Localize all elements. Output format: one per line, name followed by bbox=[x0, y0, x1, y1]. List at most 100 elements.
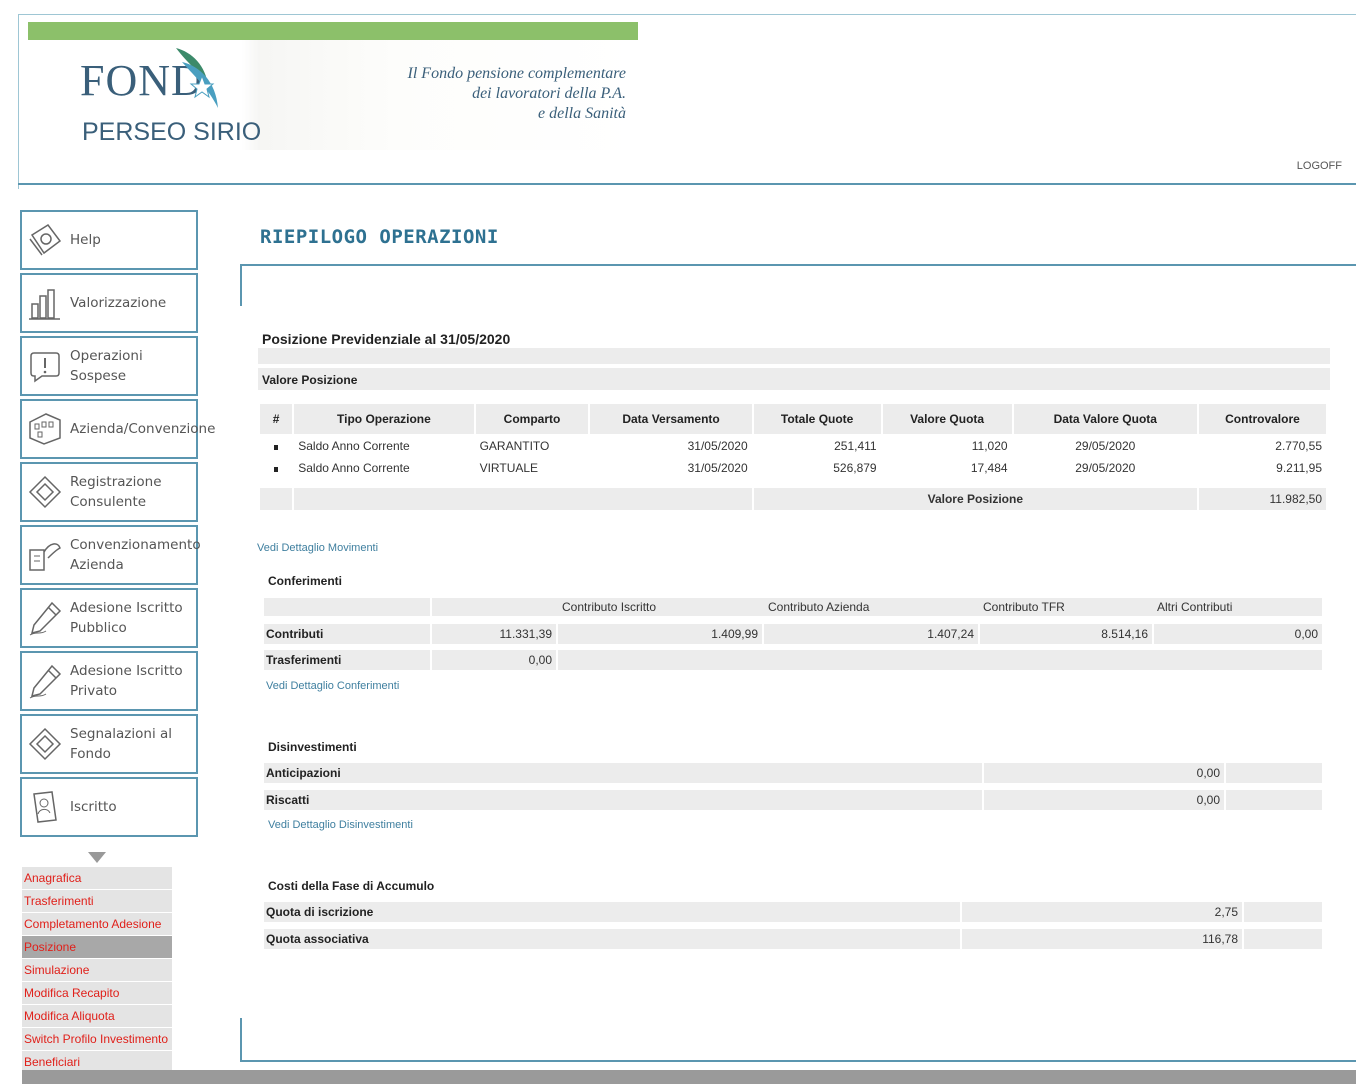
sidebar-item-label: Operazioni Sospese bbox=[70, 348, 143, 384]
grey-cell bbox=[1226, 790, 1322, 810]
submenu-item-anagrafica[interactable]: Anagrafica bbox=[22, 867, 172, 890]
grey-cell bbox=[264, 598, 430, 616]
sidebar-item-label: Registrazione Consulente bbox=[70, 474, 162, 510]
sidebar-item-valorizzazione[interactable]: Valorizzazione bbox=[20, 273, 198, 333]
sidebar-item-adesione-iscritto-privato[interactable]: Adesione Iscritto Privato bbox=[20, 651, 198, 711]
altri-contributi-value: 0,00 bbox=[1294, 627, 1318, 641]
sidebar-item-label: Azienda/Convenzione bbox=[70, 421, 216, 437]
table-cell: 11,020 bbox=[971, 439, 1008, 453]
content-border-left bbox=[240, 1018, 242, 1062]
iscritto-submenu: Anagrafica Trasferimenti Completamento A… bbox=[22, 867, 172, 1074]
grey-cell bbox=[264, 790, 982, 810]
table-row: Saldo Anno Corrente GARANTITO 31/05/2020… bbox=[260, 436, 1326, 456]
logoff-link[interactable]: LOGOFF bbox=[1297, 160, 1342, 172]
submenu-item-completamento-adesione[interactable]: Completamento Adesione bbox=[22, 913, 172, 936]
vedi-dettaglio-disinvestimenti-link[interactable]: Vedi Dettaglio Disinvestimenti bbox=[268, 819, 413, 831]
alert-icon bbox=[30, 352, 60, 383]
sidebar-item-label: Segnalazioni al Fondo bbox=[70, 726, 173, 762]
bullet-icon bbox=[274, 467, 279, 472]
contributi-totale: 11.331,39 bbox=[499, 627, 553, 641]
sidebar-item-iscritto[interactable]: Iscritto bbox=[20, 777, 198, 837]
tagline-line: Il Fondo pensione complementare bbox=[407, 65, 626, 82]
submenu-item-trasferimenti[interactable]: Trasferimenti bbox=[22, 890, 172, 913]
valore-posizione-header bbox=[258, 368, 1330, 390]
costi-title: Costi della Fase di Accumulo bbox=[268, 879, 435, 893]
footer-bar bbox=[22, 1070, 1356, 1084]
header-divider bbox=[18, 183, 1356, 185]
quota-associativa-label: Quota associativa bbox=[266, 932, 369, 946]
submenu-item-simulazione[interactable]: Simulazione bbox=[22, 959, 172, 982]
column-header: Tipo Operazione bbox=[294, 404, 474, 434]
grey-cell bbox=[558, 650, 1322, 670]
sidebar-item-operazioni-sospese[interactable]: Operazioni Sospese bbox=[20, 336, 198, 396]
operations-table: # Tipo Operazione Comparto Data Versamen… bbox=[258, 402, 1328, 512]
header-contributo-iscritto: Contributo Iscritto bbox=[562, 600, 657, 614]
sidebar-item-adesione-iscritto-pubblico[interactable]: Adesione Iscritto Pubblico bbox=[20, 588, 198, 648]
quota-associativa-value: 116,78 bbox=[1202, 932, 1238, 946]
sidebar-item-convenzionamento-azienda[interactable]: Convenzionamento Azienda bbox=[20, 525, 201, 585]
content-border-bottom bbox=[240, 1060, 1356, 1062]
sidebar-item-label: Valorizzazione bbox=[70, 295, 167, 311]
chevron-down-icon bbox=[88, 852, 106, 863]
logo-star-icon bbox=[176, 48, 218, 108]
content-border-left bbox=[240, 264, 242, 306]
bar-chart-icon bbox=[29, 289, 60, 320]
quota-iscrizione-label: Quota di iscrizione bbox=[266, 905, 374, 919]
table-cell: 17,484 bbox=[970, 461, 1008, 475]
sidebar-item-label: Convenzionamento Azienda bbox=[70, 537, 201, 573]
header-green-bar bbox=[28, 22, 638, 40]
riscatti-value: 0,00 bbox=[1196, 793, 1220, 807]
sidebar-item-help[interactable]: Help bbox=[20, 210, 198, 270]
sidebar-item-label: Adesione Iscritto Pubblico bbox=[70, 600, 183, 636]
trasferimenti-value: 0,00 bbox=[528, 653, 552, 667]
table-cell: Saldo Anno Corrente bbox=[298, 439, 410, 453]
riscatti-label: Riscatti bbox=[266, 793, 310, 807]
column-header: # bbox=[260, 404, 293, 434]
grey-cell bbox=[1244, 902, 1322, 922]
logo-subtitle: PERSEO SIRIO bbox=[82, 118, 262, 146]
row-bullet bbox=[260, 458, 292, 478]
grey-cell bbox=[1226, 763, 1322, 783]
table-cell: 526,879 bbox=[833, 461, 877, 475]
agreement-icon bbox=[29, 543, 61, 571]
tagline-line: dei lavoratori della P.A. bbox=[472, 85, 626, 102]
vedi-dettaglio-conferimenti-link[interactable]: Vedi Dettaglio Conferimenti bbox=[266, 680, 399, 692]
sidebar-item-label: Iscritto bbox=[70, 799, 117, 815]
vedi-dettaglio-movimenti-link[interactable]: Vedi Dettaglio Movimenti bbox=[257, 542, 378, 554]
contributi-label: Contributi bbox=[266, 627, 324, 641]
table-cell: 29/05/2020 bbox=[1075, 461, 1136, 475]
column-header: Controvalore bbox=[1198, 404, 1326, 434]
sidebar-item-registrazione-consulente[interactable]: Registrazione Consulente bbox=[20, 462, 198, 522]
diamond-icon bbox=[28, 727, 62, 761]
page-title: RIEPILOGO OPERAZIONI bbox=[260, 226, 499, 248]
total-label: Valore Posizione bbox=[753, 488, 1197, 510]
sidebar-item-label: Adesione Iscritto Privato bbox=[70, 663, 183, 699]
submenu-item-switch-profilo[interactable]: Switch Profilo Investimento bbox=[22, 1028, 172, 1051]
header-contributo-azienda: Contributo Azienda bbox=[768, 600, 870, 614]
table-header-row: # Tipo Operazione Comparto Data Versamen… bbox=[260, 404, 1326, 434]
submenu-item-posizione[interactable]: Posizione bbox=[22, 936, 172, 959]
column-header: Data Versamento bbox=[590, 404, 752, 434]
separator-strip bbox=[258, 348, 1330, 364]
table-cell: 2.770,55 bbox=[1275, 439, 1322, 453]
column-header: Valore Quota bbox=[882, 404, 1012, 434]
row-bullet bbox=[260, 436, 292, 456]
diamond-icon bbox=[28, 475, 62, 509]
total-value: 11.982,50 bbox=[1198, 488, 1326, 510]
bullet-icon bbox=[274, 445, 279, 450]
sidebar-item-azienda-convenzione[interactable]: Azienda/Convenzione bbox=[20, 399, 215, 459]
building-icon bbox=[29, 413, 61, 445]
sidebar-item-segnalazioni-fondo[interactable]: Segnalazioni al Fondo bbox=[20, 714, 198, 774]
grey-cell bbox=[1244, 929, 1322, 949]
submenu-item-modifica-recapito[interactable]: Modifica Recapito bbox=[22, 982, 172, 1005]
valore-posizione-heading: Valore Posizione bbox=[262, 373, 358, 387]
table-row: Saldo Anno Corrente VIRTUALE 31/05/2020 … bbox=[260, 458, 1326, 478]
table-spacer-row bbox=[260, 480, 1326, 486]
anticipazioni-value: 0,00 bbox=[1196, 766, 1220, 780]
table-cell: 251,411 bbox=[834, 439, 877, 453]
table-total-row: Valore Posizione 11.982,50 bbox=[260, 488, 1326, 510]
disinvestimenti-title: Disinvestimenti bbox=[268, 740, 357, 754]
pen-icon bbox=[29, 601, 62, 636]
submenu-item-modifica-aliquota[interactable]: Modifica Aliquota bbox=[22, 1005, 172, 1028]
column-header: Data Valore Quota bbox=[1013, 404, 1197, 434]
